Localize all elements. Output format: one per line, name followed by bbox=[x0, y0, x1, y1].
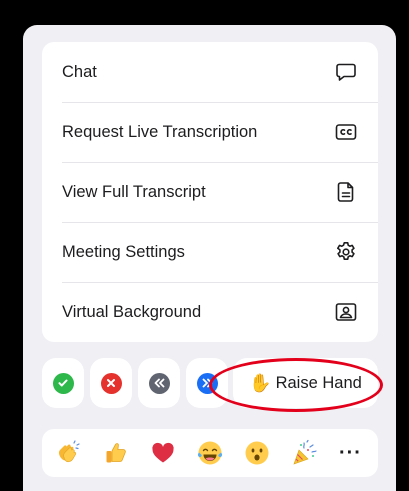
surprised-emoji-icon bbox=[245, 441, 269, 465]
document-icon bbox=[334, 180, 358, 204]
person-frame-icon bbox=[334, 300, 358, 324]
raise-hand-label: Raise Hand bbox=[275, 373, 362, 392]
yes-check-icon bbox=[52, 372, 74, 394]
surprised-reaction-button[interactable] bbox=[238, 433, 276, 473]
speed-up-icon bbox=[196, 372, 218, 394]
raised-hand-icon: ✋ bbox=[249, 373, 272, 393]
clap-reaction-button[interactable] bbox=[50, 433, 88, 473]
joy-reaction-button[interactable] bbox=[191, 433, 229, 473]
menu-item-meeting-settings[interactable]: Meeting Settings bbox=[42, 222, 378, 282]
menu-item-label: Meeting Settings bbox=[62, 242, 185, 261]
emoji-reactions-row: ··· bbox=[42, 429, 378, 477]
menu-item-label: Chat bbox=[62, 62, 97, 81]
thumbs-up-reaction-button[interactable] bbox=[97, 433, 135, 473]
reactions-bottom-sheet: Chat Request Live Transcription View Ful… bbox=[23, 25, 396, 491]
menu-item-chat[interactable]: Chat bbox=[42, 42, 378, 102]
speed-up-button[interactable] bbox=[186, 358, 228, 408]
thumbs-up-emoji-icon bbox=[106, 443, 127, 463]
menu-item-view-full-transcript[interactable]: View Full Transcript bbox=[42, 162, 378, 222]
chat-bubble-icon bbox=[334, 60, 358, 84]
gear-icon bbox=[334, 240, 358, 264]
menu-item-label: View Full Transcript bbox=[62, 182, 206, 201]
joy-emoji-icon bbox=[197, 441, 223, 465]
yes-button[interactable] bbox=[42, 358, 84, 408]
more-menu-card: Chat Request Live Transcription View Ful… bbox=[42, 42, 378, 342]
raise-hand-button[interactable]: ✋ Raise Hand bbox=[233, 358, 378, 408]
no-button[interactable] bbox=[90, 358, 132, 408]
menu-item-label: Request Live Transcription bbox=[62, 122, 258, 141]
menu-item-virtual-background[interactable]: Virtual Background bbox=[42, 282, 378, 342]
heart-reaction-button[interactable] bbox=[144, 433, 182, 473]
slow-down-button[interactable] bbox=[138, 358, 180, 408]
menu-item-label: Virtual Background bbox=[62, 302, 202, 321]
more-reactions-button[interactable]: ··· bbox=[331, 433, 369, 473]
heart-emoji-icon bbox=[152, 442, 174, 463]
slow-down-icon bbox=[148, 372, 170, 394]
party-popper-emoji-icon bbox=[293, 439, 317, 465]
cc-icon bbox=[334, 120, 358, 144]
menu-item-request-live-transcription[interactable]: Request Live Transcription bbox=[42, 102, 378, 162]
feedback-buttons-row: ✋ Raise Hand bbox=[42, 358, 378, 408]
clap-emoji-icon bbox=[59, 440, 81, 463]
party-reaction-button[interactable] bbox=[285, 433, 323, 473]
no-x-icon bbox=[100, 372, 122, 394]
